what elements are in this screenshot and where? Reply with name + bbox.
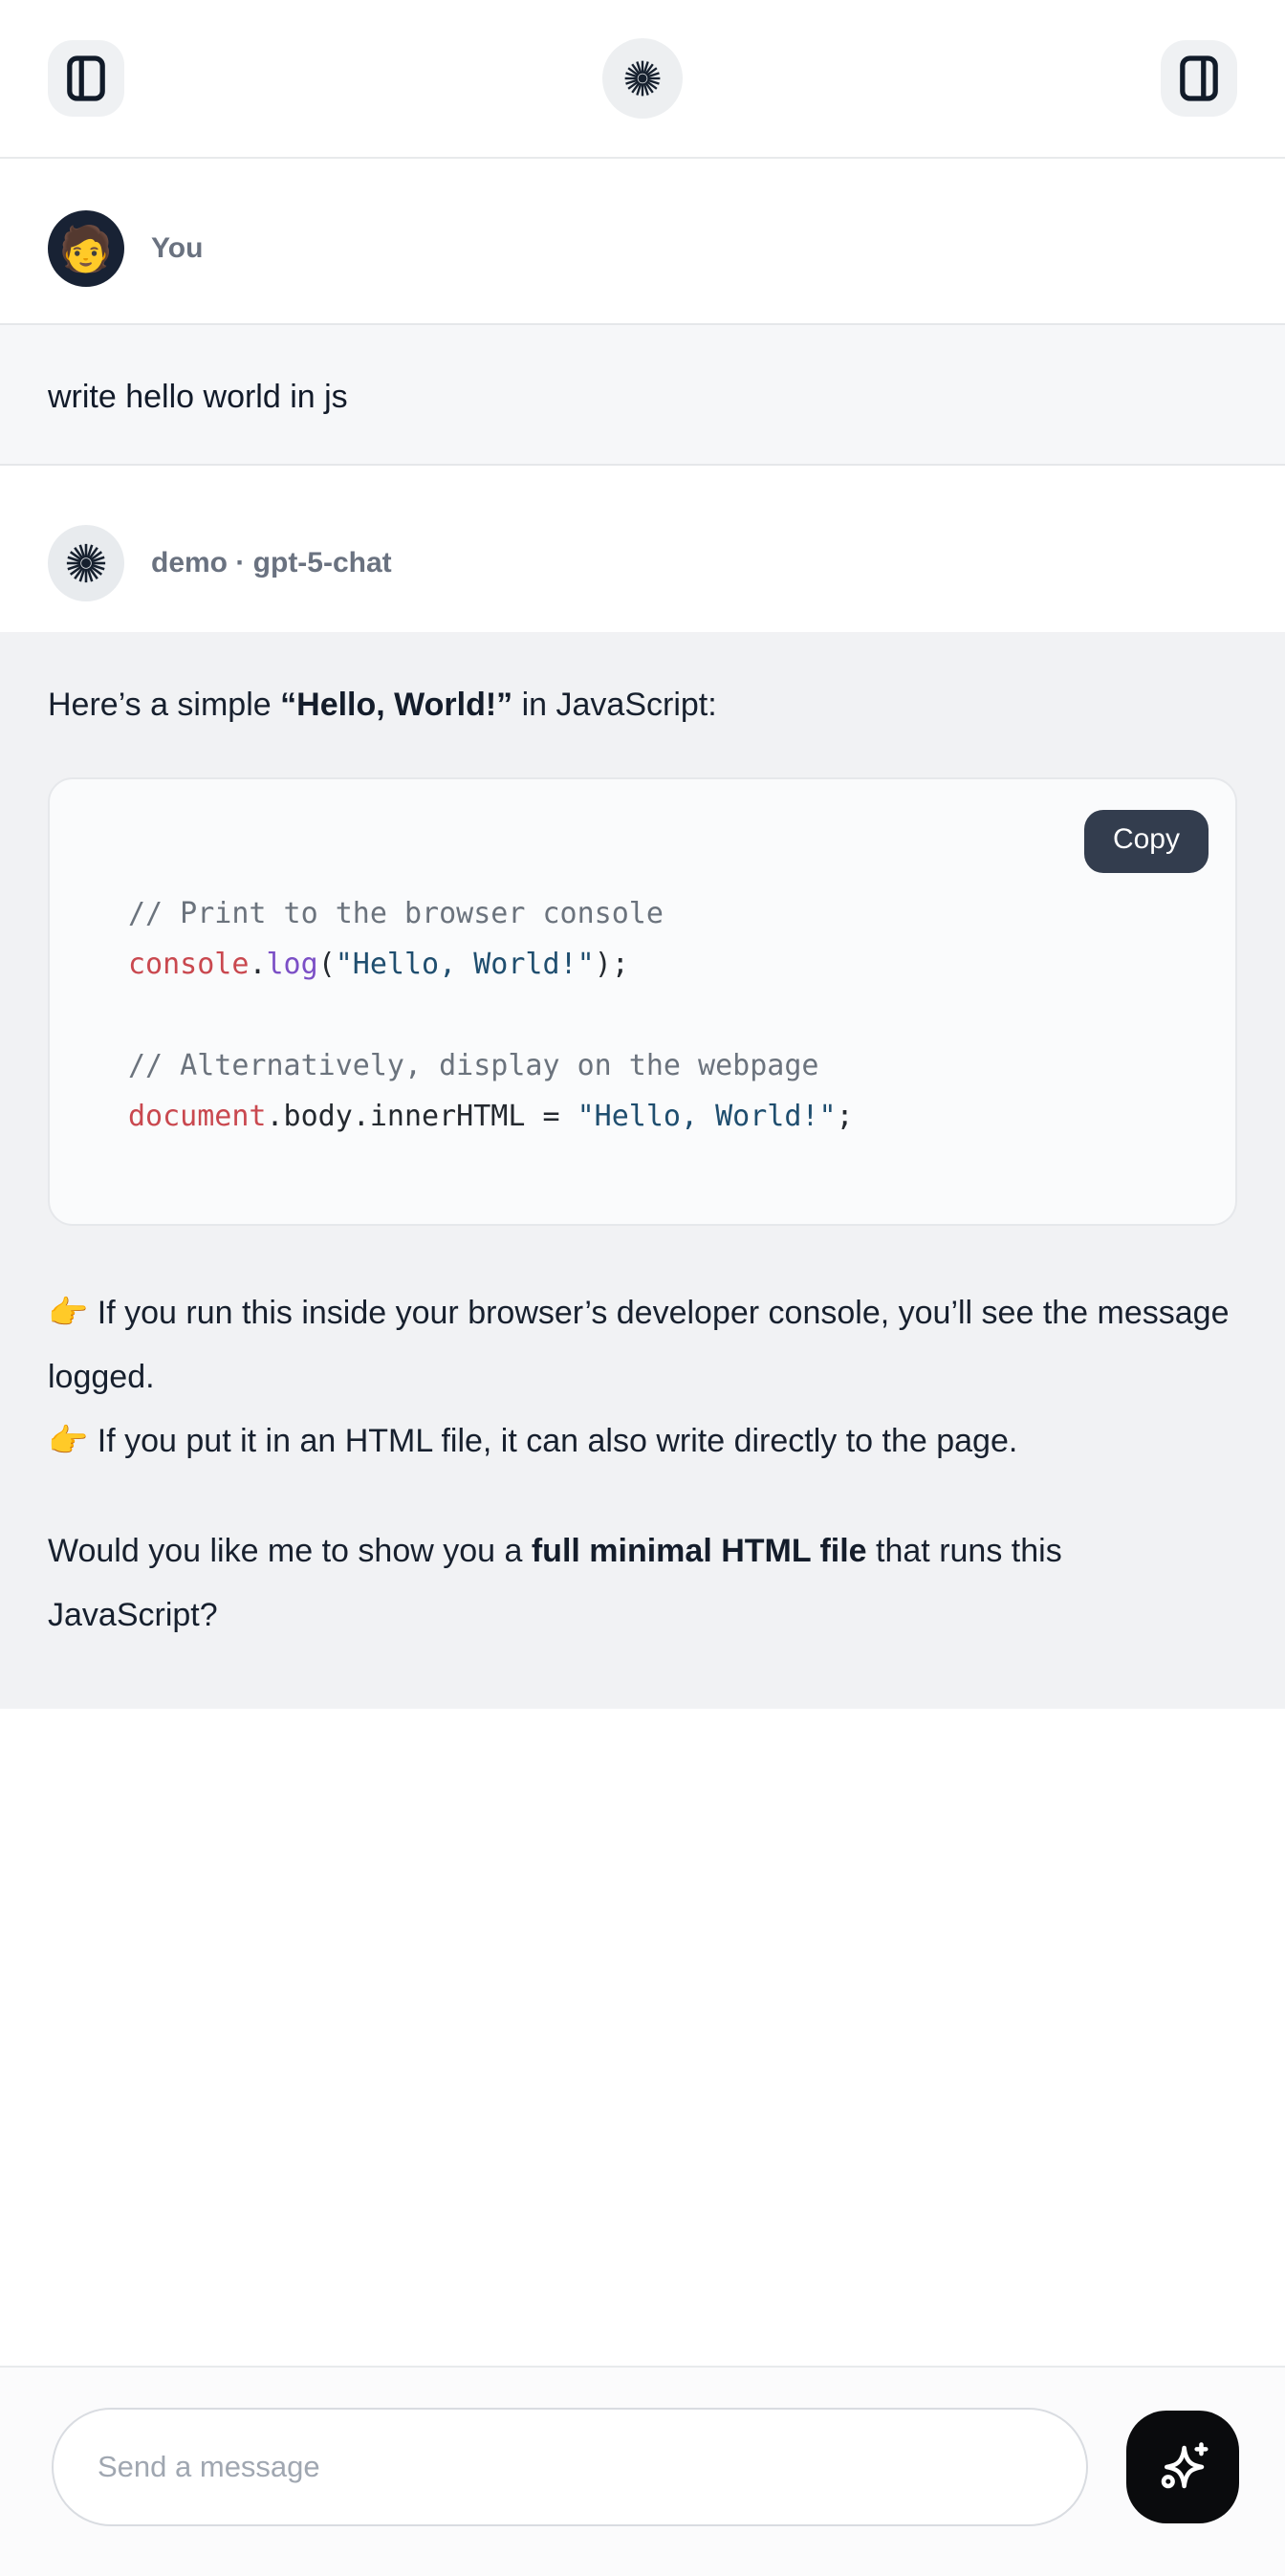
sidebar-left-toggle-button[interactable] [48,40,124,117]
assistant-message-body: Here’s a simple “Hello, World!” in JavaS… [0,632,1285,1709]
panel-right-icon [1179,55,1219,101]
copy-code-button[interactable]: Copy [1084,810,1209,873]
followup-bold: full minimal HTML file [532,1533,867,1569]
empty-scroll-space [0,1709,1285,2366]
assistant-sender-label: demo · gpt-5-chat [151,547,392,579]
user-message-text: write hello world in js [48,379,1237,416]
user-message-header: 🧑 You [0,210,1285,287]
user-avatar: 🧑 [48,210,124,287]
user-message-turn: 🧑 You write hello world in js [0,159,1285,466]
tip-line-2: 👉 If you put it in an HTML file, it can … [48,1423,1017,1459]
user-sender-label: You [151,232,203,265]
starburst-icon [622,58,663,98]
user-avatar-emoji: 🧑 [58,227,113,271]
panel-left-icon [66,55,106,101]
sparkle-send-icon [1152,2436,1213,2498]
model-starburst-button[interactable] [602,38,683,119]
chat-app: 🧑 You write hello world in js demo · gpt… [0,0,1285,2576]
code-block: Copy // Print to the browser console con… [48,777,1237,1226]
sidebar-right-toggle-button[interactable] [1161,40,1237,117]
assistant-paragraph-followup: Would you like me to show you a full min… [48,1519,1237,1648]
assistant-paragraph-tips: 👉 If you run this inside your browser’s … [48,1281,1237,1474]
intro-bold: “Hello, World!” [280,687,512,723]
composer-bar [0,2366,1285,2576]
user-message-bubble: write hello world in js [0,323,1285,466]
code-block-content: // Print to the browser console console.… [128,888,1197,1142]
message-input[interactable] [52,2408,1088,2526]
assistant-message-turn: demo · gpt-5-chat Here’s a simple “Hello… [0,525,1285,1709]
tip-line-1: 👉 If you run this inside your browser’s … [48,1295,1230,1395]
intro-prefix: Here’s a simple [48,687,280,723]
chat-scroll-area: 🧑 You write hello world in js demo · gpt… [0,159,1285,1709]
send-button[interactable] [1126,2411,1239,2523]
assistant-avatar [48,525,124,601]
starburst-icon [64,541,108,585]
intro-suffix: in JavaScript: [512,687,717,723]
assistant-message-header: demo · gpt-5-chat [0,525,1285,601]
top-bar [0,0,1285,159]
assistant-intro-text: Here’s a simple “Hello, World!” in JavaS… [48,678,1237,731]
followup-prefix: Would you like me to show you a [48,1533,532,1569]
